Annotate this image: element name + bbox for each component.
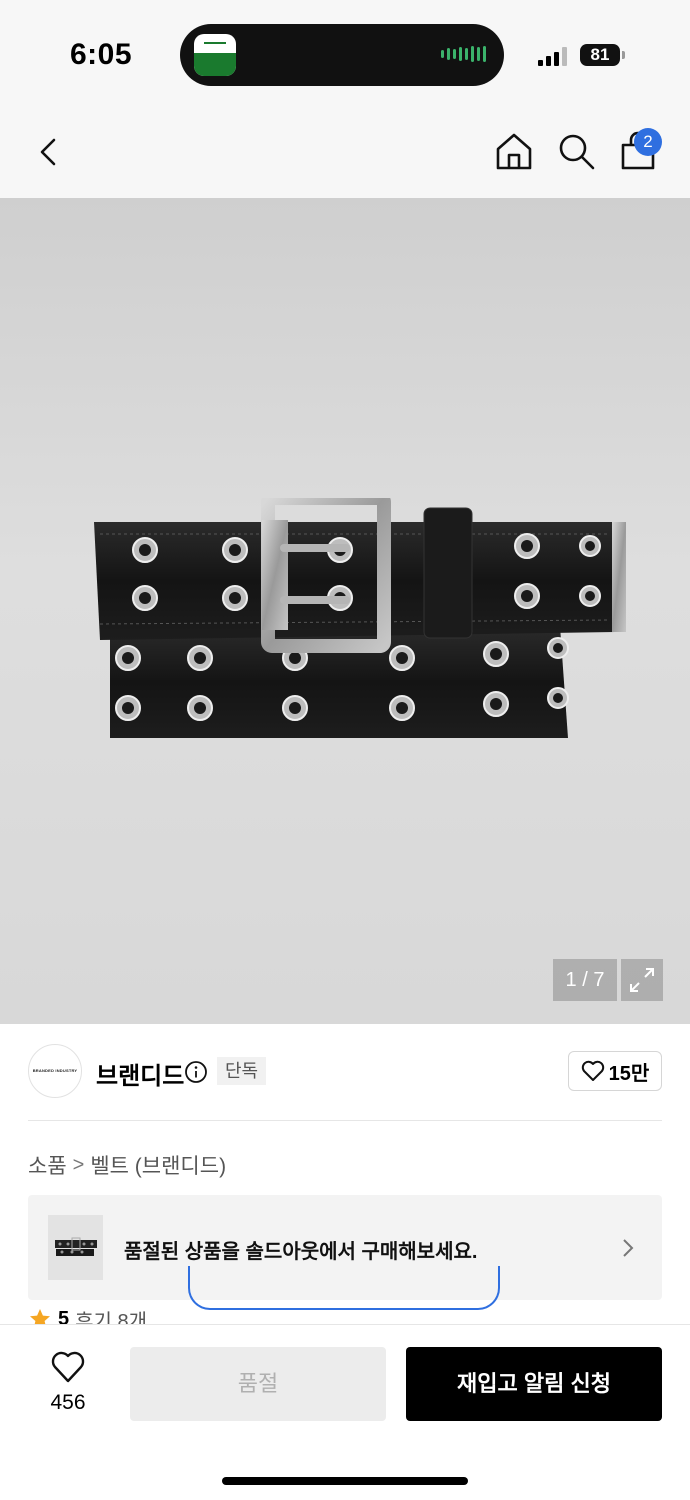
soldout-banner-text: 품절된 상품을 솔드아웃에서 구매해보세요. bbox=[124, 1241, 478, 1263]
info-icon[interactable] bbox=[184, 1060, 208, 1084]
battery-tip bbox=[622, 51, 625, 59]
breadcrumb-item-category[interactable]: 소품 bbox=[28, 1150, 67, 1180]
soldout-button: 품절 bbox=[130, 1347, 386, 1421]
status-time: 6:05 bbox=[70, 38, 133, 71]
home-indicator bbox=[222, 1477, 468, 1485]
chevron-right-icon bbox=[623, 1239, 634, 1257]
brand-row: BRANDED INDUSTRY 브랜디드 단독 15만 bbox=[0, 1024, 690, 1120]
cellular-signal-icon bbox=[538, 46, 567, 66]
status-bar: 6:05 81 bbox=[0, 0, 690, 110]
image-counter: 1 / 7 bbox=[553, 959, 617, 1001]
back-icon[interactable] bbox=[30, 132, 70, 172]
wish-button[interactable]: 456 bbox=[28, 1349, 108, 1429]
brand-name[interactable]: 브랜디드 bbox=[96, 1056, 184, 1091]
search-icon[interactable] bbox=[556, 131, 596, 171]
app-icon bbox=[194, 34, 236, 76]
bottom-action-bar: 456 품절 재입고 알림 신청 bbox=[0, 1324, 690, 1500]
top-nav: 2 bbox=[0, 110, 690, 198]
heart-icon bbox=[51, 1351, 85, 1383]
home-icon[interactable] bbox=[494, 131, 534, 171]
restock-alert-button[interactable]: 재입고 알림 신청 bbox=[406, 1347, 662, 1421]
cart-count-badge: 2 bbox=[634, 128, 662, 156]
breadcrumb-item-subcategory[interactable]: 벨트 (브랜디드) bbox=[90, 1150, 226, 1180]
floating-pill-outline[interactable] bbox=[188, 1266, 500, 1310]
exclusive-badge: 단독 bbox=[217, 1057, 267, 1085]
battery-indicator: 81 bbox=[580, 44, 620, 66]
product-image-gallery[interactable]: 1 / 7 bbox=[0, 198, 690, 1024]
divider bbox=[28, 1120, 662, 1121]
heart-icon bbox=[581, 1060, 604, 1081]
brand-like-count: 15만 bbox=[608, 1062, 650, 1085]
banner-thumbnail bbox=[48, 1215, 103, 1280]
audio-bars-icon bbox=[441, 46, 486, 62]
breadcrumb-separator: > bbox=[72, 1153, 85, 1176]
brand-logo[interactable]: BRANDED INDUSTRY bbox=[28, 1044, 82, 1098]
product-photo-belt bbox=[94, 498, 626, 738]
brand-like-button[interactable]: 15만 bbox=[568, 1051, 662, 1091]
expand-icon bbox=[630, 968, 654, 992]
dynamic-island bbox=[180, 24, 504, 86]
expand-button[interactable] bbox=[621, 959, 663, 1001]
wish-count: 456 bbox=[50, 1391, 86, 1414]
brand-logo-text: BRANDED INDUSTRY bbox=[32, 1068, 78, 1073]
breadcrumb: 소품 > 벨트 (브랜디드) bbox=[28, 1150, 226, 1180]
